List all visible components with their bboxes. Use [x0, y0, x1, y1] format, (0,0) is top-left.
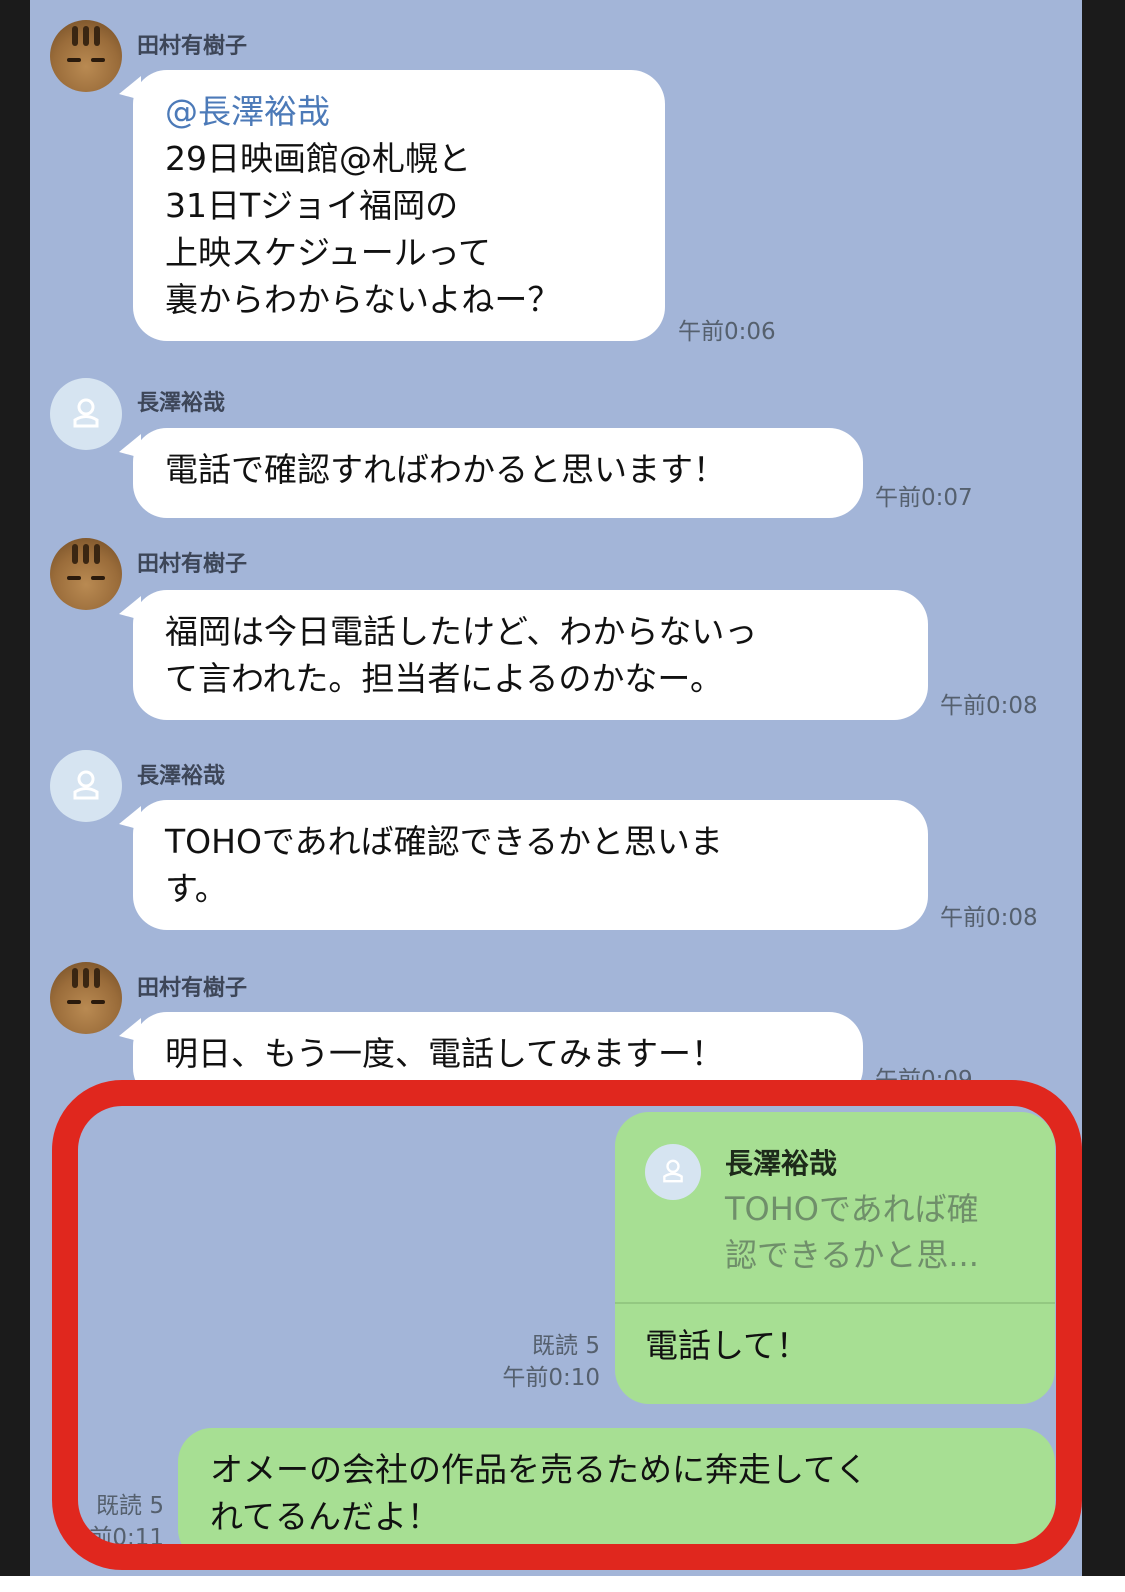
default-user-icon: [73, 398, 99, 428]
bottom-strip: [0, 1576, 1125, 1592]
highlight-annotation: [52, 1080, 1082, 1570]
avatar[interactable]: [50, 20, 122, 92]
sender-name: 田村有樹子: [137, 34, 248, 59]
sender-name: 長澤裕哉: [137, 391, 226, 416]
message-line: 31日Tジョイ福岡の: [165, 186, 459, 225]
message-time: 午前0:08: [940, 905, 1038, 931]
message-line: 29日映画館@札幌と: [165, 139, 471, 178]
message-line: て言われた。担当者によるのかなー。: [165, 659, 724, 698]
avatar[interactable]: [50, 750, 122, 822]
message-time: 午前0:06: [678, 319, 776, 345]
message-bubble[interactable]: 福岡は今日電話したけど、わからないっ て言われた。担当者によるのかなー。: [133, 590, 928, 720]
sender-name: 長澤裕哉: [137, 764, 226, 789]
message-time: 午前0:08: [940, 693, 1038, 719]
message-bubble[interactable]: @長澤裕哉 29日映画館@札幌と 31日Tジョイ福岡の 上映スケジュールって 裏…: [133, 70, 665, 341]
message-bubble[interactable]: 電話で確認すればわかると思います！: [133, 428, 863, 518]
message-line: 裏からわからないよねー？: [165, 280, 561, 319]
avatar[interactable]: [50, 378, 122, 450]
sender-name: 田村有樹子: [137, 976, 248, 1001]
message-line: 福岡は今日電話したけど、わからないっ: [165, 612, 758, 651]
message-line: TOHOであれば確認できるかと思いま: [165, 822, 723, 861]
avatar[interactable]: [50, 538, 122, 610]
message-line: す。: [165, 869, 228, 908]
message-line: 電話で確認すればわかると思います！: [165, 450, 726, 489]
message-line: 上映スケジュールって: [165, 233, 492, 272]
message-line: 明日、もう一度、電話してみますー！: [165, 1034, 725, 1073]
sender-name: 田村有樹子: [137, 552, 248, 577]
message-time: 午前0:07: [875, 485, 973, 511]
avatar[interactable]: [50, 962, 122, 1034]
mention-link[interactable]: @長澤裕哉: [165, 88, 633, 135]
message-bubble[interactable]: TOHOであれば確認できるかと思いま す。: [133, 800, 928, 930]
default-user-icon: [73, 770, 99, 800]
